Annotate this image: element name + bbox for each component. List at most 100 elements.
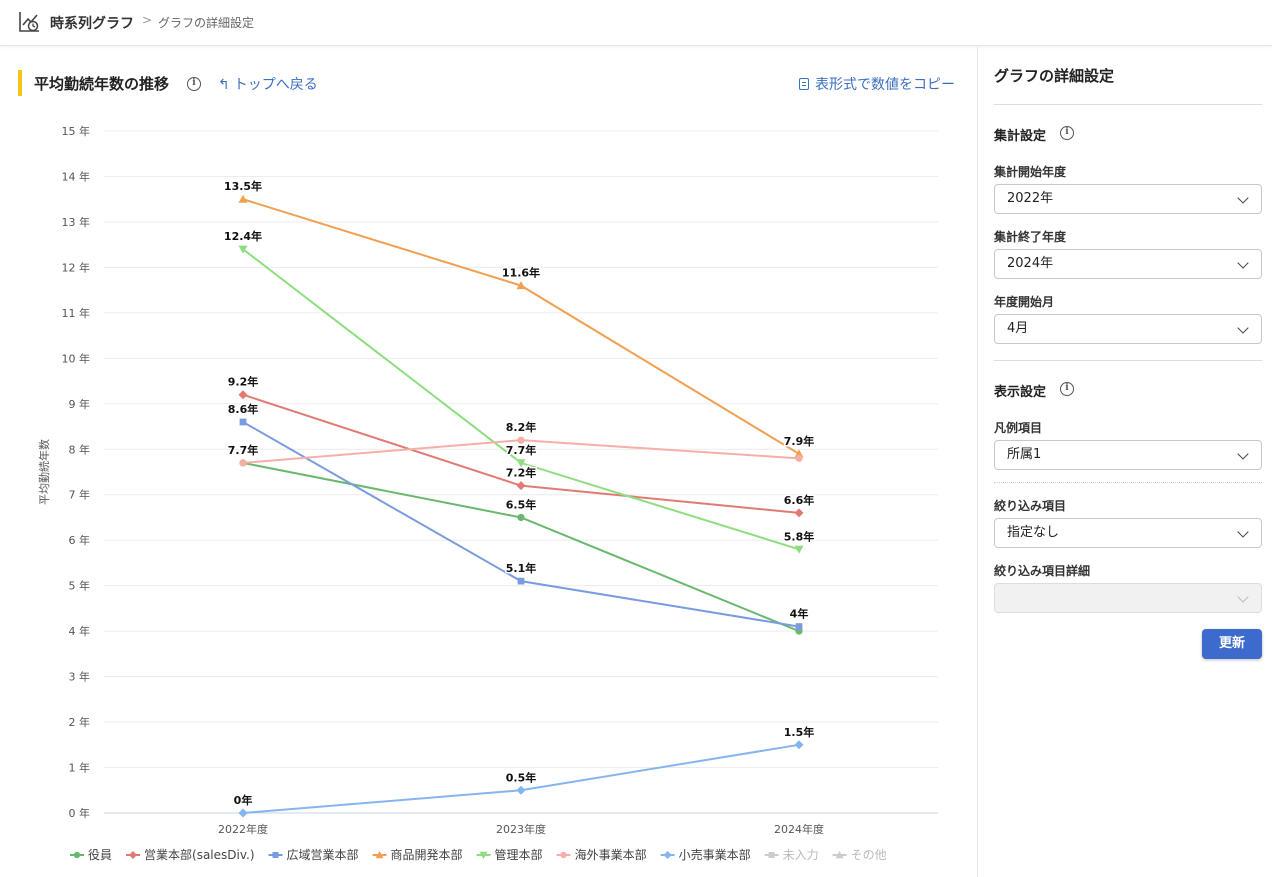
start-month-label: 年度開始月 — [994, 295, 1055, 309]
data-label: 11.6年 — [502, 266, 540, 280]
chevron-down-icon — [1237, 591, 1249, 603]
data-point — [794, 545, 804, 554]
line-chart: 0 年 1 年 2 年 3 年 4 年 5 年 6 年 7 年 8 年 9 年 10 年 11 年 12… — [37, 124, 938, 862]
legend-marker-icon — [560, 851, 567, 859]
legend-label: 未入力 — [783, 848, 819, 862]
legend-item[interactable]: 営業本部(salesDiv.) — [126, 847, 255, 862]
start-year-label: 集計開始年度 — [994, 165, 1067, 179]
x-tick-label: 2022年度 — [218, 822, 268, 836]
y-tick-label: 10 年 — [62, 351, 91, 365]
top-bar: 時系列グラフ > グラフの詳細設定 — [0, 0, 1272, 46]
start-month-value: 4月 — [1007, 321, 1029, 336]
data-label: 0.5年 — [506, 770, 537, 784]
filter-item-value: 指定なし — [1007, 525, 1060, 540]
data-point — [238, 194, 248, 203]
y-tick-label: 4 年 — [69, 624, 91, 638]
legend-label: 営業本部(salesDiv.) — [144, 847, 255, 862]
data-label: 4年 — [790, 607, 809, 621]
app-title[interactable]: 時系列グラフ — [50, 13, 134, 33]
y-tick-label: 8 年 — [69, 442, 91, 456]
legend-item-select[interactable]: 所属1 — [994, 440, 1262, 470]
y-tick-label: 2 年 — [69, 715, 91, 729]
time-series-chart-icon — [19, 12, 39, 32]
legend-item[interactable]: その他 — [832, 848, 887, 862]
data-point — [794, 740, 804, 750]
y-tick-label: 14 年 — [62, 169, 91, 183]
y-tick-label: 0 年 — [69, 806, 91, 820]
legend-label: その他 — [851, 848, 887, 862]
legend-marker-icon — [768, 852, 775, 858]
divider — [994, 360, 1262, 361]
legend-item[interactable]: 商品開発本部 — [372, 847, 463, 862]
legend-label: 管理本部 — [495, 847, 543, 862]
data-label: 7.9年 — [784, 434, 815, 448]
legend-item[interactable]: 広域営業本部 — [268, 847, 359, 862]
data-point — [517, 436, 525, 444]
data-point — [516, 785, 526, 795]
y-tick-label: 9 年 — [69, 397, 91, 411]
legend-item[interactable]: 役員 — [70, 847, 112, 862]
info-icon[interactable]: i — [1060, 382, 1074, 396]
update-button[interactable]: 更新 — [1202, 629, 1262, 659]
end-year-select[interactable]: 2024年 — [994, 249, 1262, 279]
y-tick-label: 13 年 — [62, 215, 91, 229]
legend-marker-icon — [73, 851, 81, 859]
chevron-down-icon — [1237, 526, 1249, 538]
data-label: 13.5年 — [224, 179, 262, 193]
legend-marker-icon — [129, 851, 138, 859]
data-point — [794, 508, 804, 518]
display-section-title: 表示設定 — [994, 385, 1047, 400]
legend-item-value: 所属1 — [1007, 447, 1042, 462]
y-tick-label: 3 年 — [69, 670, 91, 684]
data-point — [517, 577, 525, 585]
data-label: 5.1年 — [506, 561, 537, 575]
x-tick-label: 2023年度 — [496, 822, 546, 836]
divider — [994, 482, 1262, 483]
data-label: 0年 — [234, 793, 253, 807]
data-label: 7.7年 — [228, 443, 259, 457]
data-point — [239, 459, 247, 467]
data-label: 7.7年 — [506, 443, 537, 457]
legend-item[interactable]: 海外事業本部 — [556, 847, 647, 862]
chevron-down-icon — [1237, 257, 1249, 269]
filter-item-label: 絞り込み項目 — [994, 499, 1067, 513]
y-tick-label: 1 年 — [69, 761, 91, 775]
legend-item[interactable]: 未入力 — [764, 848, 819, 862]
legend-item[interactable]: 管理本部 — [476, 847, 543, 862]
y-axis-label: 平均勤続年数 — [37, 439, 51, 505]
chevron-down-icon — [1237, 448, 1249, 460]
legend-marker-icon — [272, 852, 279, 858]
end-year-label: 集計終了年度 — [994, 230, 1067, 244]
y-tick-label: 5 年 — [69, 579, 91, 593]
start-month-select[interactable]: 4月 — [994, 314, 1262, 344]
legend-item[interactable]: 小売事業本部 — [660, 847, 751, 862]
filter-item-select[interactable]: 指定なし — [994, 518, 1262, 548]
data-point — [238, 808, 248, 818]
y-tick-label: 6 年 — [69, 533, 91, 547]
chevron-down-icon — [1237, 192, 1249, 204]
data-label: 6.5年 — [506, 497, 537, 511]
data-point — [516, 481, 526, 491]
legend-label: 役員 — [88, 847, 112, 862]
data-label: 12.4年 — [224, 229, 262, 243]
breadcrumb-current: グラフの詳細設定 — [158, 16, 255, 30]
data-label: 6.6年 — [784, 493, 815, 507]
start-year-select[interactable]: 2022年 — [994, 184, 1262, 214]
data-label: 7.2年 — [506, 466, 537, 480]
legend-label: 小売事業本部 — [679, 847, 751, 862]
data-point — [517, 513, 525, 522]
legend-label: 海外事業本部 — [575, 847, 647, 862]
data-label: 8.2年 — [506, 420, 537, 434]
info-icon[interactable]: i — [1060, 126, 1074, 140]
legend-item-label: 凡例項目 — [994, 421, 1043, 435]
data-point — [795, 454, 803, 462]
legend-label: 広域営業本部 — [287, 847, 359, 862]
data-point — [239, 418, 247, 426]
chevron-down-icon — [1237, 322, 1249, 334]
legend-marker-icon — [663, 851, 672, 859]
x-tick-label: 2024年度 — [774, 822, 824, 836]
y-tick-label: 7 年 — [69, 488, 91, 502]
legend-label: 商品開発本部 — [391, 847, 463, 862]
data-label: 9.2年 — [228, 375, 259, 389]
data-label: 8.6年 — [228, 402, 259, 416]
